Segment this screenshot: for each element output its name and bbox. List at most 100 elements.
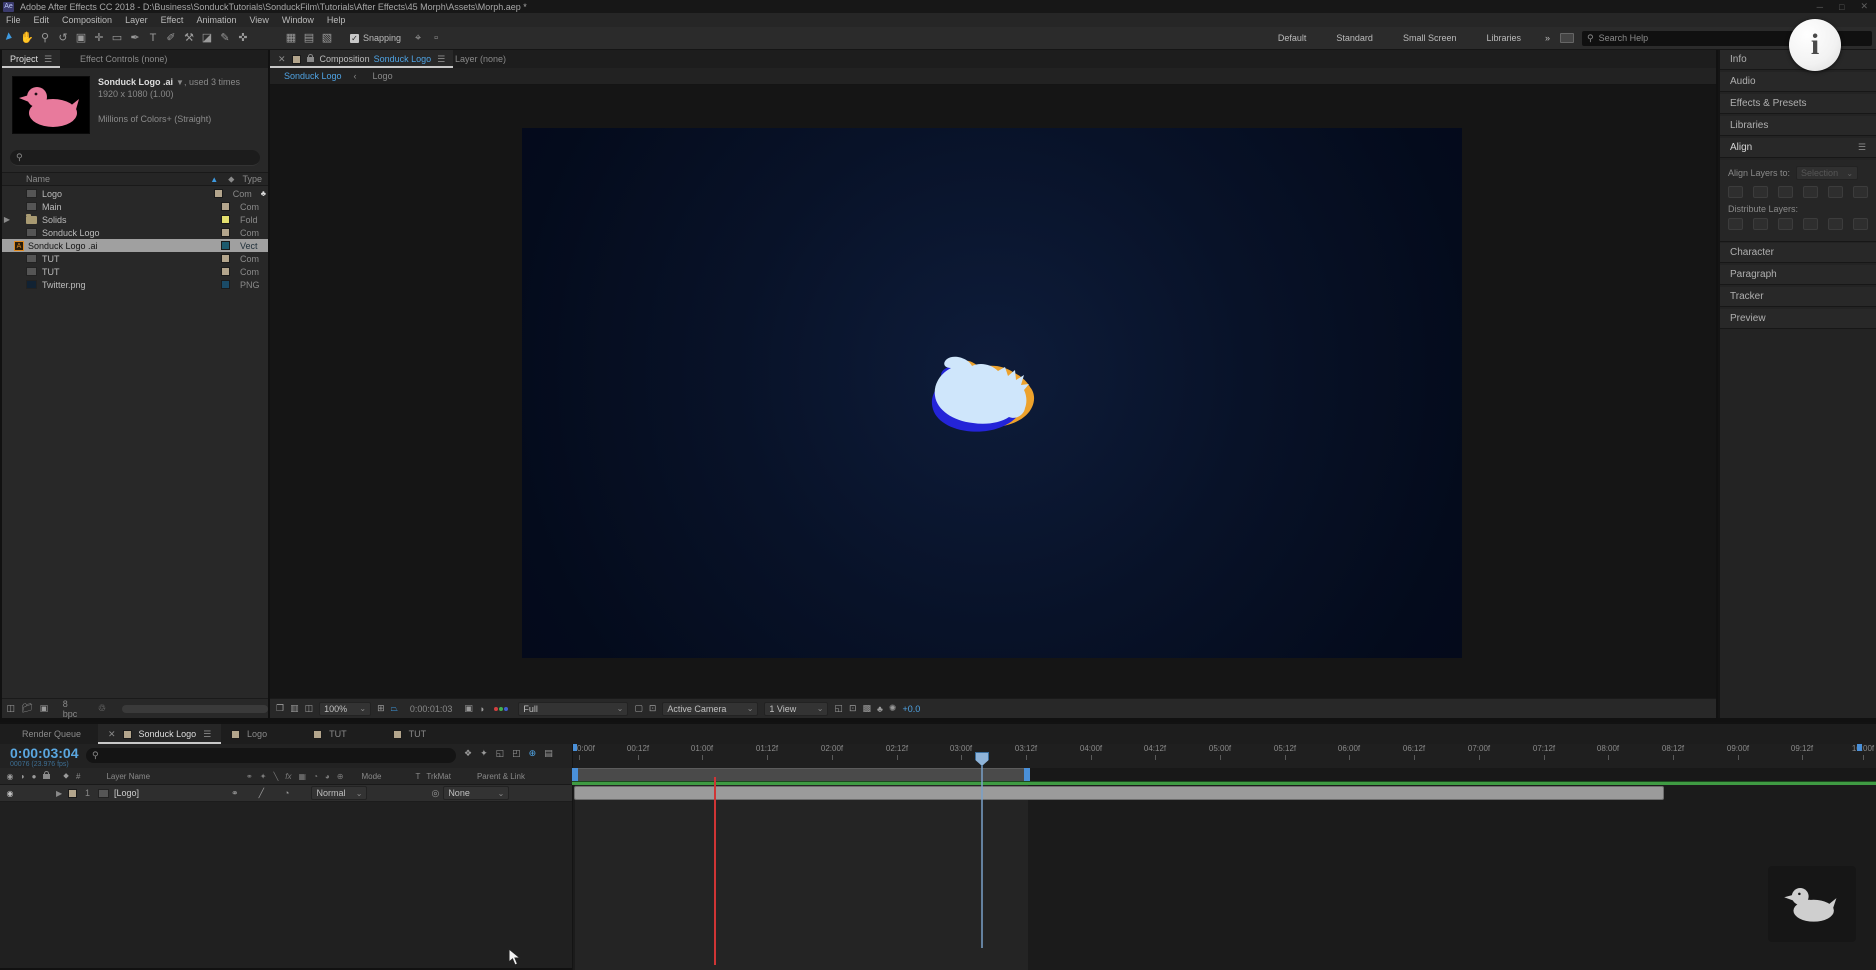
layer-duration-bar[interactable]: [574, 786, 1664, 800]
layer-motion-blur-icon[interactable]: ◔: [284, 788, 289, 798]
project-row-solids[interactable]: ▶ Solids Fold: [2, 213, 268, 226]
column-number[interactable]: #: [76, 772, 80, 781]
project-row-logo[interactable]: Logo Com ♣: [2, 187, 268, 200]
zoom-tool[interactable]: ⚲: [36, 30, 54, 46]
pen-tool[interactable]: ✒: [126, 30, 144, 46]
composition-canvas[interactable]: [522, 128, 1462, 658]
snapshot-icon[interactable]: ▣: [464, 703, 473, 714]
layer-label-swatch[interactable]: [68, 789, 77, 798]
eraser-tool[interactable]: ◪: [198, 30, 216, 46]
region-of-interest-icon[interactable]: ▢: [634, 703, 643, 714]
camera-tool[interactable]: ▣: [72, 30, 90, 46]
pixel-aspect-icon[interactable]: ◱: [834, 703, 843, 714]
camera-dropdown[interactable]: Active Camera ⌄: [662, 702, 758, 716]
workspace-overflow-button[interactable]: »: [1545, 33, 1550, 43]
panel-menu-icon[interactable]: ☰: [44, 54, 52, 65]
transparency-grid-icon[interactable]: ⊡: [649, 703, 657, 714]
magnification-monitor-icon[interactable]: ▥: [290, 703, 299, 714]
column-name[interactable]: Name: [26, 174, 50, 184]
tab-composition[interactable]: ✕ Composition Sonduck Logo ☰: [270, 50, 453, 68]
align-target-dropdown[interactable]: Selection ⌄: [1796, 166, 1858, 180]
panel-libraries[interactable]: Libraries: [1720, 116, 1876, 136]
panel-menu-icon[interactable]: ☰: [203, 729, 211, 740]
viewer-subtab-sonduck[interactable]: Sonduck Logo: [284, 71, 342, 81]
panel-align-header[interactable]: Align ☰: [1720, 138, 1876, 158]
label-swatch[interactable]: [221, 241, 230, 250]
label-swatch[interactable]: [221, 202, 230, 211]
selection-tool[interactable]: [0, 30, 18, 46]
label-swatch[interactable]: [221, 254, 230, 263]
viewer-timecode[interactable]: 0:00:01:03: [410, 704, 453, 714]
layer-name[interactable]: [Logo]: [114, 788, 139, 798]
fast-previews-icon[interactable]: ⊡: [849, 703, 857, 714]
graph-editor-icon[interactable]: ▤: [544, 748, 553, 759]
chevron-down-icon[interactable]: ▼: [176, 78, 184, 87]
time-ruler[interactable]: 0:00f 00:12f 01:00f 01:12f 02:00f 02:12f…: [572, 744, 1876, 768]
panel-preview[interactable]: Preview: [1720, 309, 1876, 329]
new-folder-icon[interactable]: 📁︎: [20, 703, 36, 714]
mask-visibility-icon[interactable]: ◫: [305, 703, 314, 714]
project-row-tut-2[interactable]: TUT Com: [2, 265, 268, 278]
menu-help[interactable]: Help: [327, 15, 346, 25]
column-t[interactable]: T: [415, 772, 420, 781]
hand-tool[interactable]: ✋: [18, 30, 36, 46]
exposure-reset-icon[interactable]: ✺: [889, 703, 897, 714]
roto-brush-tool[interactable]: ✎: [216, 30, 234, 46]
tab-effect-controls[interactable]: Effect Controls (none): [80, 54, 167, 64]
viewer-subtab-back-icon[interactable]: ‹: [354, 71, 357, 81]
snap-option-icon[interactable]: ⌖: [409, 30, 427, 46]
layer-expand-arrow-icon[interactable]: ▶: [56, 789, 66, 798]
menu-view[interactable]: View: [249, 15, 268, 25]
panel-menu-icon[interactable]: ☰: [1858, 142, 1866, 153]
snapping-checkbox[interactable]: ✓: [350, 34, 359, 43]
composition-mini-flowchart-icon[interactable]: ❖: [464, 748, 472, 759]
playhead-line[interactable]: [981, 758, 983, 948]
clone-stamp-tool[interactable]: ⚒: [180, 30, 198, 46]
parent-pickwhip-icon[interactable]: ◎: [431, 788, 439, 799]
maximize-button[interactable]: □: [1839, 2, 1844, 12]
view-layout-dropdown[interactable]: 1 View ⌄: [764, 702, 828, 716]
workspace-default[interactable]: Default: [1278, 33, 1307, 43]
menu-edit[interactable]: Edit: [34, 15, 50, 25]
layer-quality-icon[interactable]: ╱: [259, 788, 264, 799]
always-preview-icon[interactable]: ❐: [276, 703, 284, 714]
menu-file[interactable]: File: [6, 15, 21, 25]
timeline-search-box[interactable]: ⚲: [86, 748, 456, 763]
expand-arrow-icon[interactable]: ▶: [2, 215, 12, 224]
panel-tracker[interactable]: Tracker: [1720, 287, 1876, 307]
panel-menu-icon[interactable]: ☰: [437, 54, 445, 65]
column-parent-link[interactable]: Parent & Link: [477, 772, 525, 781]
work-area-start-handle[interactable]: [572, 768, 578, 781]
info-overlay-circle[interactable]: i: [1789, 19, 1841, 71]
puppet-pin-tool[interactable]: ✜: [234, 30, 252, 46]
label-swatch[interactable]: [221, 280, 230, 289]
column-layer-name[interactable]: Layer Name: [106, 772, 150, 781]
panel-audio[interactable]: Audio: [1720, 72, 1876, 92]
column-mode[interactable]: Mode: [361, 772, 381, 781]
workspace-bar-icon[interactable]: [1560, 33, 1574, 43]
rotate-tool[interactable]: ↺: [54, 30, 72, 46]
tab-timeline-tut-1[interactable]: TUT: [313, 729, 347, 739]
layer-visibility-eye-icon[interactable]: ◉: [4, 789, 16, 798]
column-trkmat[interactable]: TrkMat: [426, 772, 451, 781]
zoom-dropdown[interactable]: 100% ⌄: [319, 702, 371, 716]
tab-timeline-tut-2[interactable]: TUT: [393, 729, 427, 739]
exposure-value[interactable]: +0.0: [902, 704, 920, 714]
label-column-icon[interactable]: ⬥: [228, 174, 234, 185]
grid-guides-icon[interactable]: ⊞: [377, 703, 385, 714]
mask-outline-icon[interactable]: ⏢: [391, 703, 398, 714]
project-row-sonduck-logo[interactable]: Sonduck Logo Com: [2, 226, 268, 239]
sort-ascending-icon[interactable]: ▲: [210, 175, 218, 184]
project-search-box[interactable]: ⚲: [10, 150, 260, 166]
close-tab-icon[interactable]: ✕: [108, 729, 116, 740]
layer-shy-icon[interactable]: ⚭: [231, 788, 239, 799]
bit-depth-button[interactable]: 8 bpc: [63, 699, 84, 719]
layer-parent-dropdown[interactable]: None ⌄: [443, 786, 509, 800]
work-area-end-handle[interactable]: [1024, 768, 1030, 781]
horizontal-scrollbar[interactable]: [122, 705, 268, 713]
tab-render-queue[interactable]: Render Queue: [22, 729, 81, 739]
track-area[interactable]: [572, 785, 1876, 970]
shape-tool[interactable]: ▭: [108, 30, 126, 46]
pan-behind-tool[interactable]: ✛: [90, 30, 108, 46]
label-swatch[interactable]: [221, 228, 230, 237]
